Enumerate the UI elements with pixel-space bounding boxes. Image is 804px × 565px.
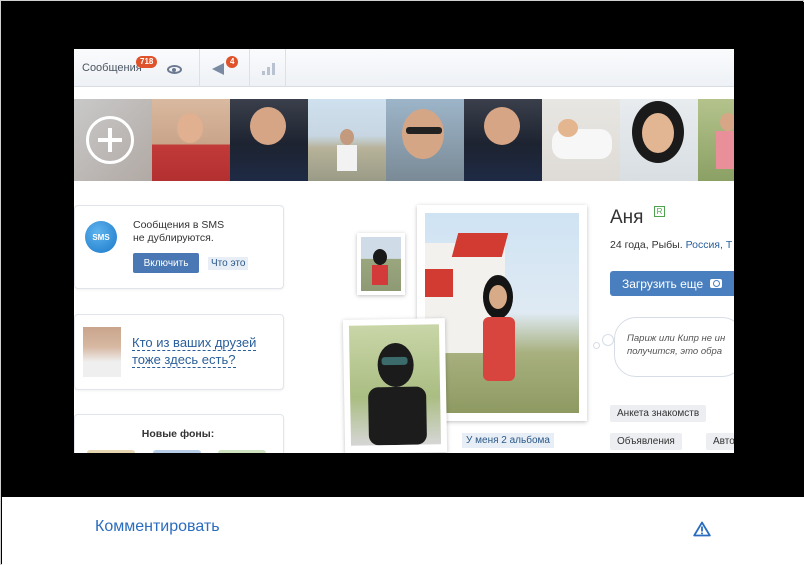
comment-link[interactable]: Комментировать: [95, 518, 220, 536]
sms-text-line2: не дублируются.: [133, 232, 214, 244]
profile-info: 24 года, Рыбы. Россия, Т: [610, 239, 733, 251]
background-thumbnail[interactable]: [218, 450, 266, 453]
guest-photo[interactable]: [308, 99, 386, 181]
find-friends-link[interactable]: Кто из ваших друзей тоже здесь есть?: [132, 334, 277, 368]
signal-bars-icon: [262, 71, 265, 75]
friend-avatar: [83, 327, 121, 377]
guest-photo[interactable]: [230, 99, 308, 181]
upload-more-button[interactable]: Загрузить еще: [610, 271, 734, 296]
status-cloud[interactable]: Париж или Кипр не ин получится, это обра: [614, 317, 734, 377]
profile-location-link[interactable]: Россия, Т: [686, 239, 733, 251]
verified-badge: R: [654, 206, 665, 217]
sms-bubble-icon: SMS: [85, 221, 117, 253]
top-toolbar: Сообщения 718 4: [74, 49, 734, 87]
image-viewer-frame: Сообщения 718 4 SMS Сообщения в SMS не д…: [0, 0, 804, 565]
eye-icon[interactable]: [167, 65, 182, 74]
guest-photo[interactable]: [464, 99, 542, 181]
notifications-count-badge: 4: [226, 56, 239, 68]
guest-photo[interactable]: [386, 99, 464, 181]
guest-photo[interactable]: [542, 99, 620, 181]
megaphone-icon: [212, 63, 224, 75]
guests-photo-strip: [74, 99, 734, 181]
background-thumbnail[interactable]: [153, 450, 201, 453]
messages-label: Сообщения: [82, 62, 142, 74]
notifications-button[interactable]: 4: [200, 49, 250, 87]
guest-photo[interactable]: [698, 99, 734, 181]
camera-icon: [710, 279, 723, 288]
profile-photo-thumbnail[interactable]: [342, 318, 448, 453]
what-is-this-link[interactable]: Что это: [208, 257, 249, 270]
profile-name: Аня: [610, 207, 644, 228]
guest-photo[interactable]: [620, 99, 698, 181]
find-friends-card: Кто из ваших друзей тоже здесь есть?: [74, 314, 284, 390]
profile-photo-thumbnail[interactable]: [357, 233, 405, 295]
albums-link[interactable]: У меня 2 альбома: [462, 433, 554, 448]
ads-link[interactable]: Объявления: [610, 433, 682, 450]
messages-button[interactable]: Сообщения 718: [74, 49, 200, 87]
add-photo-button[interactable]: [74, 99, 152, 181]
post-footer: Комментировать: [2, 497, 804, 565]
auto-link[interactable]: Авто: [706, 433, 734, 450]
image-viewer: Сообщения 718 4 SMS Сообщения в SMS не д…: [2, 2, 804, 497]
plus-icon: [86, 116, 134, 164]
new-backgrounds-title: Новые фоны:: [141, 428, 215, 440]
enable-sms-button[interactable]: Включить: [133, 253, 199, 273]
social-network-screenshot: Сообщения 718 4 SMS Сообщения в SMS не д…: [74, 49, 734, 453]
warning-triangle-icon[interactable]: [693, 521, 711, 542]
sms-notice-card: SMS Сообщения в SMS не дублируются. Вклю…: [74, 205, 284, 289]
activity-button[interactable]: [250, 49, 286, 87]
sms-text-line1: Сообщения в SMS: [133, 219, 225, 231]
background-thumbnail[interactable]: [87, 450, 135, 453]
messages-count-badge: 718: [136, 56, 158, 68]
dating-profile-link[interactable]: Анкета знакомств: [610, 405, 707, 422]
guest-photo[interactable]: [152, 99, 230, 181]
new-backgrounds-card: Новые фоны:: [74, 414, 284, 453]
